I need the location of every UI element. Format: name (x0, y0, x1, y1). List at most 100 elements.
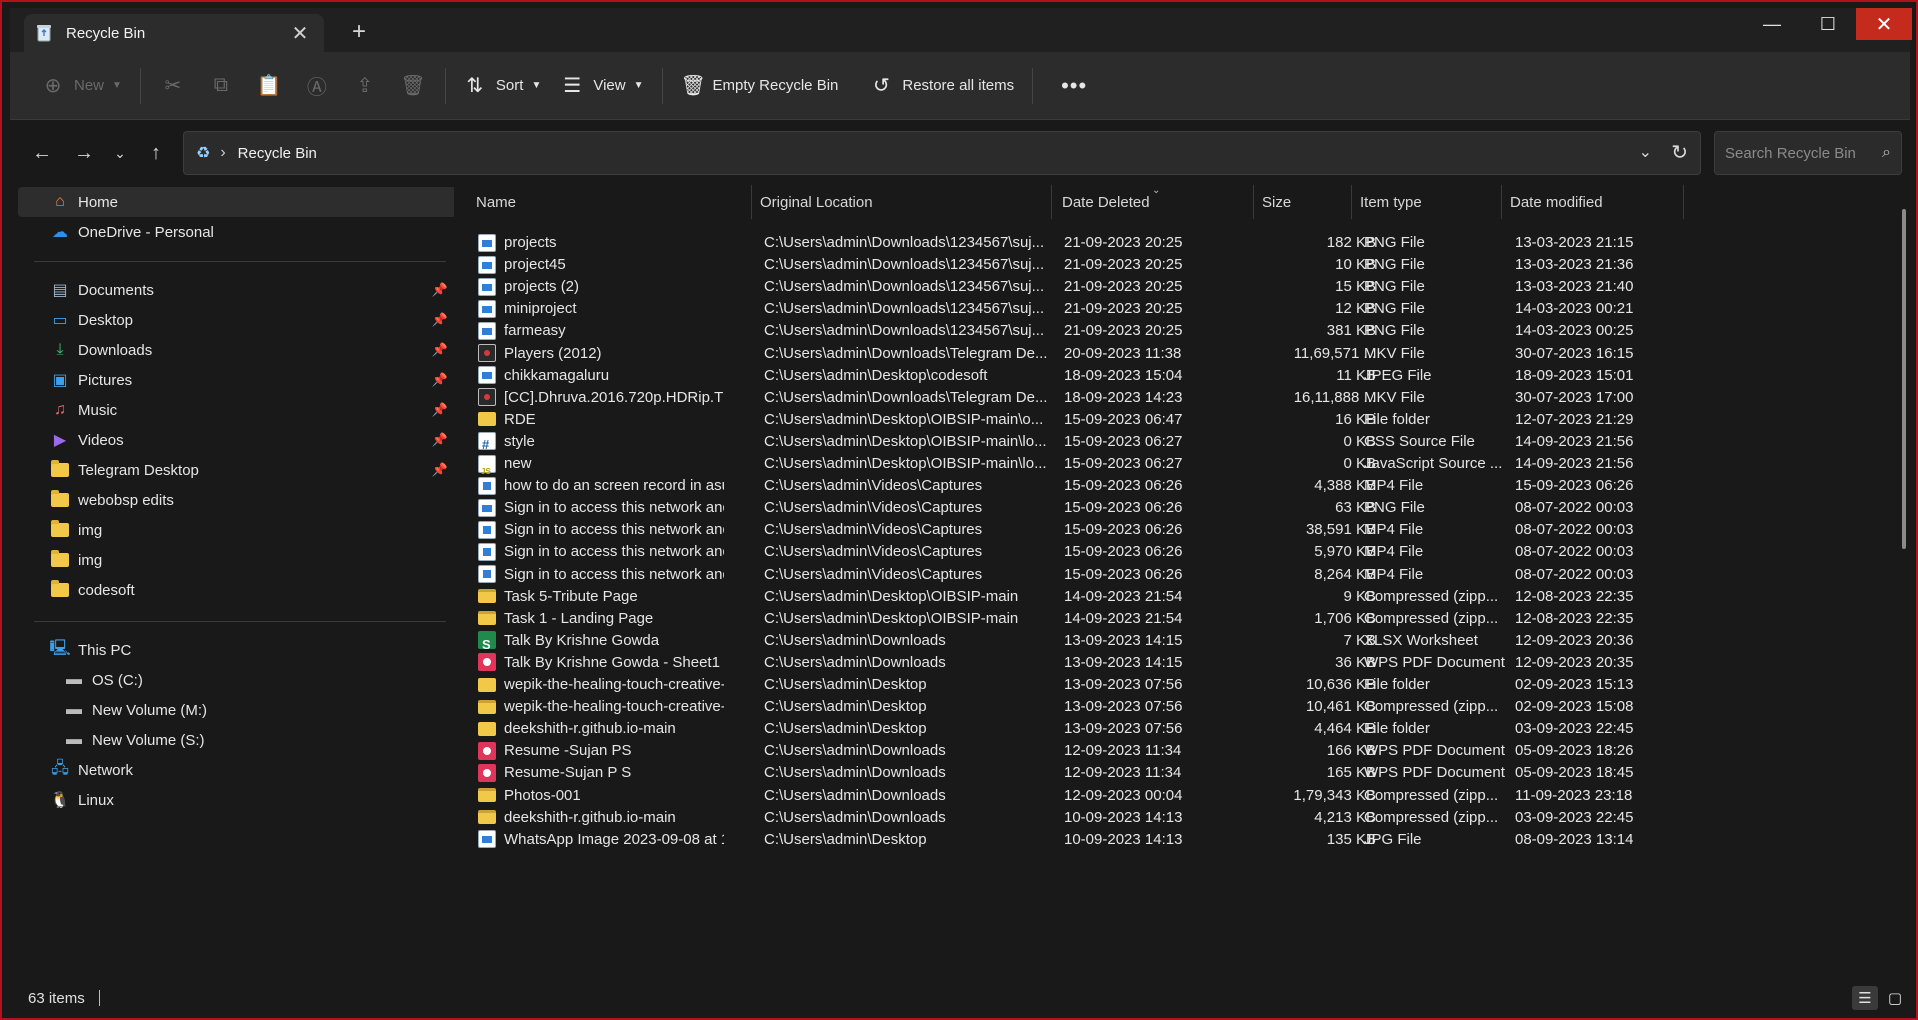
sidebar-item-codesoft[interactable]: codesoft (18, 575, 456, 605)
new-button[interactable]: ⊕ New ▼ (32, 64, 132, 108)
rename-icon[interactable]: Ⓐ (293, 64, 341, 108)
empty-recycle-bin-button[interactable]: 🗑 Empty Recycle Bin (671, 64, 849, 108)
xlsx-file-icon (478, 631, 496, 654)
divider (661, 67, 663, 104)
column-header-date-modified[interactable]: Date modified (1502, 185, 1684, 219)
details-view-icon[interactable]: ☰ (1852, 986, 1878, 1010)
tab-recycle-bin[interactable]: Recycle Bin ✕ (24, 14, 324, 52)
chevron-down-icon: ▼ (633, 80, 644, 91)
sidebar-item-videos[interactable]: ▶ Videos 📌 (18, 425, 456, 455)
breadcrumb-recycle-bin[interactable]: Recycle Bin (238, 145, 317, 162)
column-header-item-type[interactable]: Item type (1352, 185, 1502, 219)
mp4-file-icon (478, 542, 496, 561)
search-input[interactable] (1725, 144, 1865, 162)
status-bar: 63 items ☰ ▢ (10, 980, 1910, 1016)
sidebar-item-webobsp-edits[interactable]: webobsp edits (18, 485, 456, 515)
sidebar-item-home[interactable]: ⌂ Home (18, 187, 456, 217)
refresh-icon[interactable]: ↻ (1671, 140, 1688, 165)
sidebar-item-pictures[interactable]: ▣ Pictures 📌 (18, 365, 456, 395)
sidebar-item-downloads[interactable]: ⤓ Downloads 📌 (18, 335, 456, 365)
recent-locations-icon[interactable]: ⌄ (102, 135, 138, 171)
share-icon[interactable]: ⇪ (341, 64, 389, 108)
delete-icon[interactable]: 🗑 (389, 64, 437, 108)
tab-title: Recycle Bin (66, 24, 146, 42)
sidebar-item-telegram-desktop[interactable]: Telegram Desktop 📌 (18, 455, 456, 485)
new-tab-button[interactable]: + (344, 18, 374, 46)
explorer-window: Recycle Bin ✕ + — ☐ ✕ ⊕ New ▼ ✂ ⧉ 📋 Ⓐ ⇪ … (0, 0, 1918, 1020)
videos-icon: ▶ (53, 432, 67, 449)
minimize-button[interactable]: — (1744, 8, 1800, 40)
zip-file-icon (478, 589, 496, 604)
pictures-icon: ▣ (52, 372, 68, 389)
pin-icon[interactable]: 📌 (432, 432, 448, 448)
trash-icon: 🗑 (680, 75, 706, 97)
sidebar-item-label: webobsp edits (78, 491, 174, 509)
sidebar-item-os-c[interactable]: ▬ OS (C:) (18, 665, 456, 695)
column-header-location[interactable]: Original Location (752, 185, 1052, 219)
pin-icon[interactable]: 📌 (432, 312, 448, 328)
sidebar-item-music[interactable]: ♫ Music 📌 (18, 395, 456, 425)
jpg-file-icon (478, 830, 496, 849)
sidebar-item-img[interactable]: img (18, 515, 456, 545)
mp4-file-icon (478, 520, 496, 539)
jpg-file-icon (478, 366, 496, 385)
sidebar-item-desktop[interactable]: ▭ Desktop 📌 (18, 305, 456, 335)
sidebar-item-label: This PC (78, 641, 132, 659)
navigation-pane: ⌂ Home ☁ OneDrive - Personal ▤ Documents… (10, 185, 456, 980)
column-header-label: Item type (1360, 193, 1422, 211)
pin-icon[interactable]: 📌 (432, 342, 448, 358)
sidebar-item-volume-m[interactable]: ▬ New Volume (M:) (18, 695, 456, 725)
vertical-scrollbar[interactable] (1902, 209, 1906, 549)
recycle-bin-icon (37, 25, 51, 42)
copy-icon[interactable]: ⧉ (197, 64, 245, 108)
address-bar[interactable]: ♻ › Recycle Bin ⌄ ↻ (183, 131, 1701, 175)
paste-icon[interactable]: 📋 (245, 64, 293, 108)
png-file-icon (478, 277, 496, 296)
column-header-label: Size (1262, 193, 1292, 211)
chevron-down-icon: ▼ (531, 80, 542, 91)
address-dropdown-icon[interactable]: ⌄ (1639, 142, 1652, 162)
column-header-name[interactable]: Name (454, 185, 752, 219)
mp4-file-icon (478, 565, 496, 583)
sidebar-item-onedrive[interactable]: ☁ OneDrive - Personal (18, 217, 456, 247)
sidebar-item-label: img (78, 521, 103, 539)
sidebar-item-img[interactable]: img (18, 545, 456, 575)
sort-button[interactable]: ⇅ Sort ▼ (454, 64, 551, 108)
restore-all-button[interactable]: ↺ Restore all items (860, 64, 1024, 108)
pdf-file-icon (478, 741, 496, 760)
chevron-down-icon: ▼ (112, 80, 122, 91)
maximize-button[interactable]: ☐ (1800, 8, 1856, 40)
sidebar-item-this-pc[interactable]: 🖳 This PC (18, 635, 456, 665)
zip-file-icon (478, 699, 496, 714)
tiles-view-icon[interactable]: ▢ (1882, 986, 1908, 1010)
sidebar-item-label: Network (78, 761, 134, 779)
column-separator[interactable] (1683, 185, 1684, 219)
png-file-icon (478, 255, 496, 274)
forward-arrow-icon[interactable]: → (66, 135, 102, 171)
sidebar-item-label: Music (78, 401, 118, 419)
tab-close-icon[interactable]: ✕ (288, 21, 312, 46)
breadcrumb-chevron-icon: › (220, 144, 226, 161)
more-options-icon[interactable]: ••• (1041, 73, 1107, 99)
sidebar-item-volume-s[interactable]: ▬ New Volume (S:) (18, 725, 456, 755)
png-file-icon (478, 233, 496, 252)
pin-icon[interactable]: 📌 (432, 402, 448, 418)
cut-icon[interactable]: ✂ (149, 64, 197, 108)
sidebar-item-label: codesoft (78, 581, 135, 599)
up-arrow-icon[interactable]: ↑ (138, 135, 174, 171)
search-box[interactable]: ⌕ (1714, 131, 1902, 175)
view-button[interactable]: ☰ View ▼ (551, 64, 653, 108)
column-header-size[interactable]: Size (1254, 185, 1352, 219)
pin-icon[interactable]: 📌 (432, 282, 448, 298)
pin-icon[interactable]: 📌 (432, 462, 448, 478)
sidebar-item-documents[interactable]: ▤ Documents 📌 (18, 275, 456, 305)
sidebar-item-network[interactable]: 🖧 Network (18, 755, 456, 785)
close-window-button[interactable]: ✕ (1856, 8, 1912, 40)
folder-icon (50, 490, 70, 510)
file-row[interactable]: WhatsApp Image 2023-09-08 at 13... C:\Use… (454, 826, 1694, 853)
pin-icon[interactable]: 📌 (432, 372, 448, 388)
back-arrow-icon[interactable]: ← (24, 135, 60, 171)
sidebar-item-label: img (78, 551, 103, 569)
file-name-cell: WhatsApp Image 2023-09-08 at 13... (478, 826, 724, 853)
sidebar-item-linux[interactable]: 🐧 Linux (18, 785, 456, 815)
